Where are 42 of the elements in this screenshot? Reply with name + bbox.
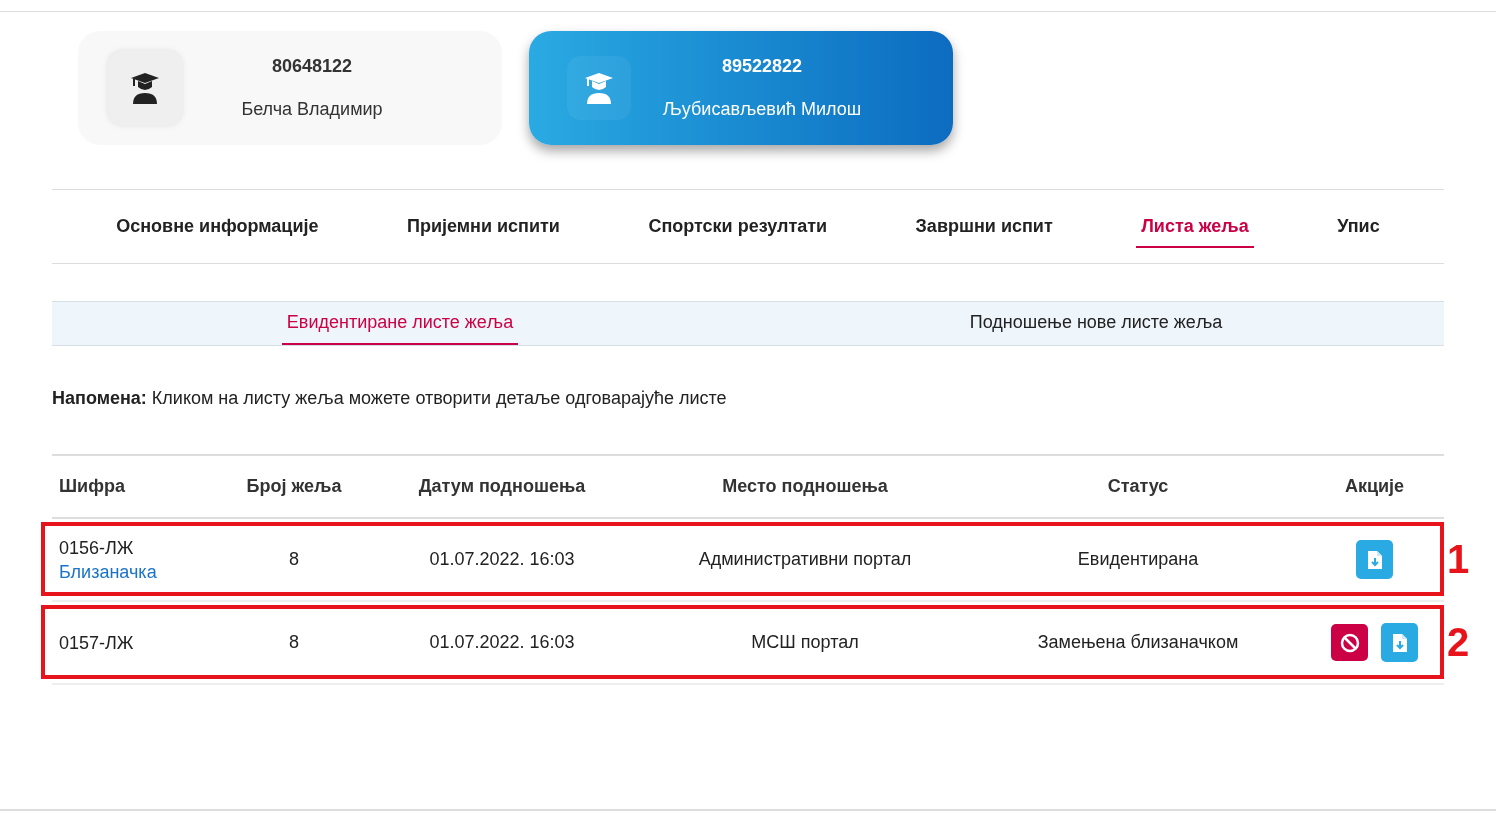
download-button[interactable] — [1381, 623, 1418, 662]
nav-tab[interactable]: Упис — [1332, 205, 1385, 248]
sub-tab[interactable]: Подношење нове листе жеља — [964, 302, 1228, 345]
table-cell-text: Административни портал — [698, 548, 912, 571]
annotation-number: 1 — [1447, 537, 1470, 581]
nav-tab[interactable]: Пријемни испити — [402, 205, 565, 248]
column-header: Акције — [1344, 475, 1405, 498]
annotation-number: 2 — [1447, 620, 1470, 664]
download-button[interactable] — [1356, 540, 1393, 579]
table-cell-text: МСШ портал — [751, 631, 859, 654]
student-icon — [130, 71, 160, 105]
table-cell-text: 0157-ЛЖ — [59, 631, 134, 655]
student-name: Белча Владимир — [241, 98, 383, 121]
student-card[interactable]: 89522822 Љубисављевић Милош — [529, 31, 953, 145]
note-text: Напомена: Кликом на листу жеља можете отворити детаље одговарајуће листе — [52, 387, 728, 410]
student-card[interactable]: 80648122 Белча Владимир — [78, 31, 502, 145]
column-header: Број жеља — [246, 475, 342, 498]
prohibited-icon — [1339, 632, 1360, 653]
table-cell-text: Замењена близаначком — [1037, 631, 1239, 654]
table-cell-text: 8 — [289, 631, 299, 654]
student-id: 89522822 — [721, 55, 803, 78]
column-header: Статус — [1107, 475, 1169, 498]
table-cell-text: 0156-ЛЖ — [59, 536, 135, 560]
download-file-icon — [1366, 549, 1383, 570]
nav-tab[interactable]: Завршни испит — [910, 205, 1058, 248]
table-cell-text: Евидентирана — [1077, 548, 1199, 571]
nav-tab[interactable]: Спортски резултати — [643, 205, 833, 248]
student-id: 80648122 — [271, 55, 353, 78]
table-cell-text: 8 — [289, 548, 299, 571]
column-header: Место подношења — [722, 475, 888, 498]
student-name: Љубисављевић Милош — [662, 98, 862, 121]
column-header: Шифра — [59, 475, 125, 498]
table-cell-text: 01.07.2022. 16:03 — [429, 548, 575, 571]
nav-tab[interactable]: Основне информације — [111, 205, 324, 248]
twin-link[interactable]: Близаначка — [59, 559, 157, 584]
cancel-button[interactable] — [1331, 624, 1368, 661]
column-header: Датум подношења — [418, 475, 586, 498]
download-file-icon — [1391, 632, 1408, 653]
nav-tab[interactable]: Листа жеља — [1136, 205, 1254, 248]
student-icon — [584, 71, 614, 105]
sub-tab[interactable]: Евидентиране листе жеља — [281, 302, 519, 345]
table-cell-text: 01.07.2022. 16:03 — [429, 631, 575, 654]
